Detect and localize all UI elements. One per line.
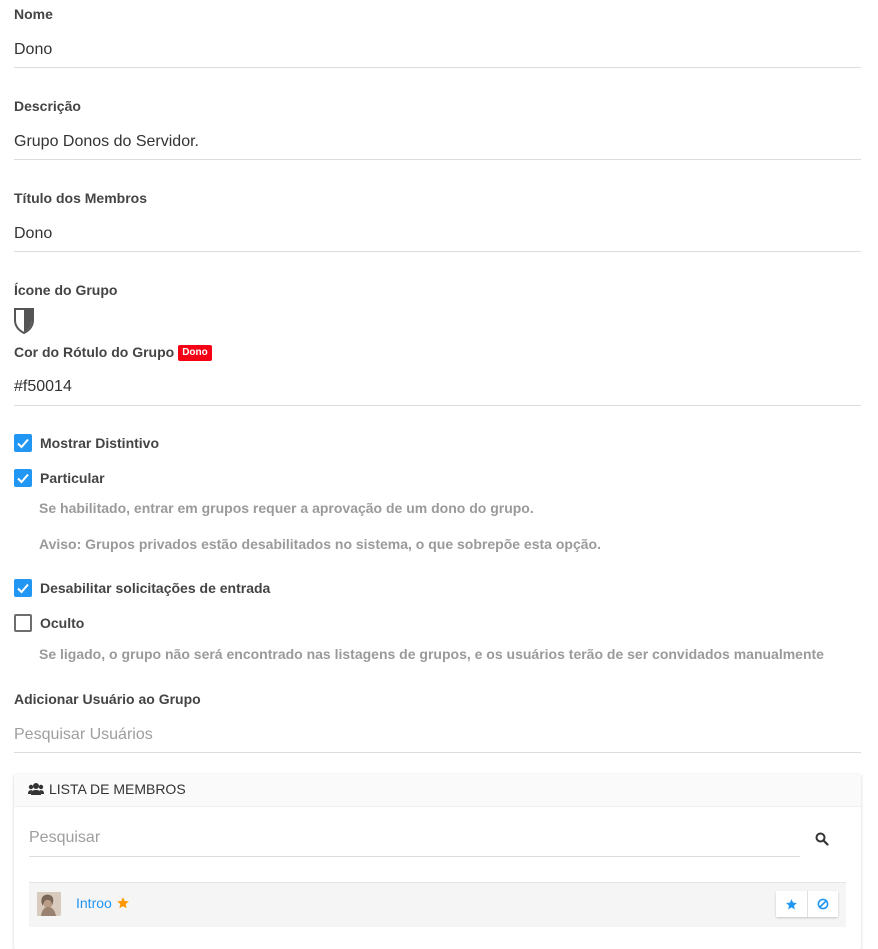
member-title-input[interactable]: Dono xyxy=(14,224,52,244)
description-input[interactable]: Grupo Donos do Servidor. xyxy=(14,132,199,152)
private-label: Particular xyxy=(40,470,105,486)
member-actions xyxy=(776,891,838,917)
private-option[interactable]: Particular xyxy=(14,469,105,487)
disable-join-requests-label: Desabilitar solicitações de entrada xyxy=(40,580,271,596)
check-icon xyxy=(17,583,29,594)
ban-icon xyxy=(817,898,829,910)
private-checkbox[interactable] xyxy=(14,469,32,487)
label-color-label: Cor do Rótulo do Grupo xyxy=(14,344,175,360)
group-badge-preview: Dono xyxy=(178,345,212,361)
name-input[interactable]: Dono xyxy=(14,40,52,60)
description-label: Descrição xyxy=(14,98,81,114)
check-icon xyxy=(17,438,29,449)
name-field: Nome Dono xyxy=(14,5,861,68)
members-search-input[interactable]: Pesquisar xyxy=(29,829,100,847)
member-name[interactable]: Introo xyxy=(76,895,112,911)
check-icon xyxy=(17,473,29,484)
member-title-underline xyxy=(14,251,861,252)
members-panel-heading: LISTA DE MEMBROS xyxy=(14,774,861,807)
description-underline xyxy=(14,159,861,160)
label-color-underline xyxy=(14,405,861,406)
shield-icon[interactable] xyxy=(14,308,34,335)
avatar[interactable] xyxy=(37,892,61,916)
name-underline xyxy=(14,67,861,68)
group-icon-label: Ícone do Grupo xyxy=(14,282,118,298)
members-search-underline xyxy=(29,856,800,857)
member-title-label: Título dos Membros xyxy=(14,190,147,206)
show-badge-checkbox[interactable] xyxy=(14,434,32,452)
private-warning-text: Aviso: Grupos privados estão desabilitad… xyxy=(39,536,601,552)
hidden-help-text: Se ligado, o grupo não será encontrado n… xyxy=(39,646,824,662)
add-user-underline xyxy=(14,752,861,753)
hidden-label: Oculto xyxy=(40,615,85,631)
member-title-field: Título dos Membros Dono xyxy=(14,189,861,252)
disable-join-requests-option[interactable]: Desabilitar solicitações de entrada xyxy=(14,579,270,597)
disable-join-requests-checkbox[interactable] xyxy=(14,579,32,597)
member-row: Introo xyxy=(29,882,846,927)
show-badge-option[interactable]: Mostrar Distintivo xyxy=(14,434,159,452)
toggle-owner-button[interactable] xyxy=(776,891,807,917)
label-color-label-row: Cor do Rótulo do Grupo Dono xyxy=(14,343,861,361)
label-color-field: Cor do Rótulo do Grupo Dono #f50014 xyxy=(14,343,861,406)
add-user-field: Adicionar Usuário ao Grupo Pesquisar Usu… xyxy=(14,690,861,753)
hidden-option[interactable]: Oculto xyxy=(14,614,84,632)
label-color-input[interactable]: #f50014 xyxy=(14,377,72,397)
description-field: Descrição Grupo Donos do Servidor. xyxy=(14,97,861,160)
members-panel-title: LISTA DE MEMBROS xyxy=(49,781,186,797)
star-icon xyxy=(786,898,797,909)
owner-star-icon xyxy=(116,896,130,910)
hidden-checkbox[interactable] xyxy=(14,614,32,632)
remove-member-button[interactable] xyxy=(807,891,838,917)
group-icon-field: Ícone do Grupo xyxy=(14,281,861,337)
search-icon[interactable] xyxy=(815,832,829,846)
users-icon xyxy=(28,782,44,796)
add-user-label: Adicionar Usuário ao Grupo xyxy=(14,691,201,707)
show-badge-label: Mostrar Distintivo xyxy=(40,435,160,451)
member-name-link[interactable]: Introo xyxy=(76,895,130,911)
add-user-search-input[interactable]: Pesquisar Usuários xyxy=(14,725,153,745)
members-panel: LISTA DE MEMBROS Pesquisar Introo xyxy=(14,774,861,949)
private-help-text: Se habilitado, entrar em grupos requer a… xyxy=(39,500,534,516)
name-label: Nome xyxy=(14,6,53,22)
members-panel-title-row: LISTA DE MEMBROS xyxy=(28,781,186,797)
